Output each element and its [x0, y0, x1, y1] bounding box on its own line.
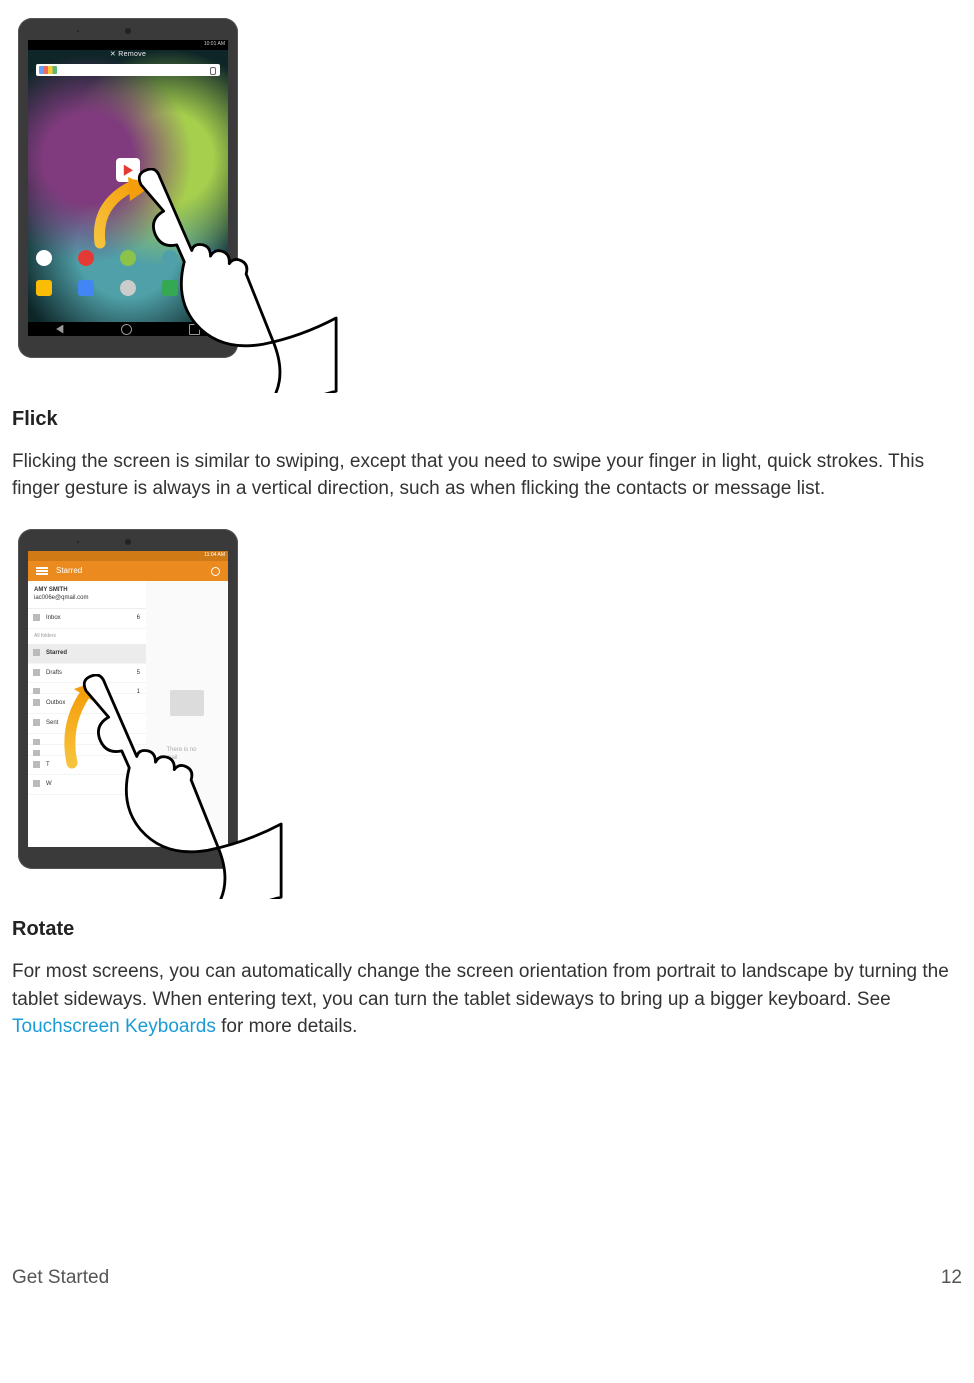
google-search-bar: [36, 64, 220, 76]
camera-dot: [125, 539, 131, 545]
camera-dot: [125, 28, 131, 34]
home-icon-row-1: [36, 250, 220, 266]
mail-content-pane: There is no mail: [146, 581, 228, 847]
drawer-section-label: All folders: [28, 629, 146, 644]
illustration-flick: 11:04 AM Starred AMY SMITH iac006e@qmail…: [18, 529, 238, 869]
app-icon: [78, 280, 94, 296]
illustration-swipe: 10:01 AM ✕ Remove: [18, 18, 238, 358]
empty-mail-icon: [170, 690, 204, 716]
drawer-item-label: Outbox: [46, 700, 65, 706]
app-icon: [120, 250, 136, 266]
tablet-screen-home: 10:01 AM ✕ Remove: [28, 40, 228, 336]
app-icon: [78, 250, 94, 266]
android-nav-bar: [28, 322, 228, 336]
app-icon: [36, 250, 52, 266]
paragraph-flick: Flicking the screen is similar to swipin…: [12, 448, 962, 503]
drawer-account: AMY SMITH iac006e@qmail.com: [28, 581, 146, 609]
drawer-item-label: Inbox: [46, 615, 61, 621]
tablet-frame: 10:01 AM ✕ Remove: [18, 18, 238, 358]
app-icon: [162, 250, 178, 266]
paragraph-rotate: For most screens, you can automatically …: [12, 958, 962, 1041]
app-drawer-icon: [120, 280, 136, 296]
rotate-text-after: for more details.: [216, 1016, 358, 1037]
drawer-item: Drafts 5: [28, 664, 146, 684]
remove-drop-target: ✕ Remove: [110, 50, 146, 60]
dragged-app-icon: [116, 158, 140, 182]
app-icon: [204, 250, 220, 266]
drawer-item: Outbox: [28, 694, 146, 714]
status-bar: 10:01 AM: [28, 40, 228, 50]
app-icon: [36, 280, 52, 296]
empty-mail-text: There is no mail: [167, 746, 208, 763]
footer-page-number: 12: [941, 1264, 962, 1292]
drawer-item: [28, 734, 146, 745]
drawer-item-label: W: [46, 781, 52, 787]
rotate-text-before: For most screens, you can automatically …: [12, 961, 949, 1010]
heading-flick: Flick: [12, 405, 962, 434]
drawer-item: 1: [28, 683, 146, 694]
drawer-item-label: Drafts: [46, 670, 62, 676]
drawer-item-label: Sent: [46, 720, 58, 726]
app-icon: [204, 280, 220, 296]
mail-app-bar: Starred: [28, 561, 228, 581]
drawer-item: T: [28, 756, 146, 776]
footer-section: Get Started: [12, 1264, 109, 1292]
drawer-item-label: Starred: [46, 650, 67, 656]
tablet-screen-mail: 11:04 AM Starred AMY SMITH iac006e@qmail…: [28, 551, 228, 847]
app-icon: [162, 280, 178, 296]
drawer-item-count: 6: [137, 614, 140, 623]
status-bar: 11:04 AM: [28, 551, 228, 561]
drawer-item-label: T: [46, 762, 50, 768]
drawer-item: [28, 745, 146, 756]
home-icon-row-2: [36, 280, 220, 296]
heading-rotate: Rotate: [12, 915, 962, 944]
tablet-frame: 11:04 AM Starred AMY SMITH iac006e@qmail…: [18, 529, 238, 869]
account-email: iac006e@qmail.com: [34, 595, 88, 601]
link-touchscreen-keyboards[interactable]: Touchscreen Keyboards: [12, 1016, 216, 1037]
drawer-item: Sent: [28, 714, 146, 734]
drawer-item-count: 5: [137, 669, 140, 678]
mail-drawer: AMY SMITH iac006e@qmail.com Inbox 6 All …: [28, 581, 146, 847]
drawer-item: Inbox 6: [28, 609, 146, 629]
drawer-item: W: [28, 775, 146, 795]
drawer-item-selected: Starred: [28, 644, 146, 664]
page-footer: Get Started 12: [12, 1264, 962, 1292]
account-name: AMY SMITH: [34, 586, 140, 595]
